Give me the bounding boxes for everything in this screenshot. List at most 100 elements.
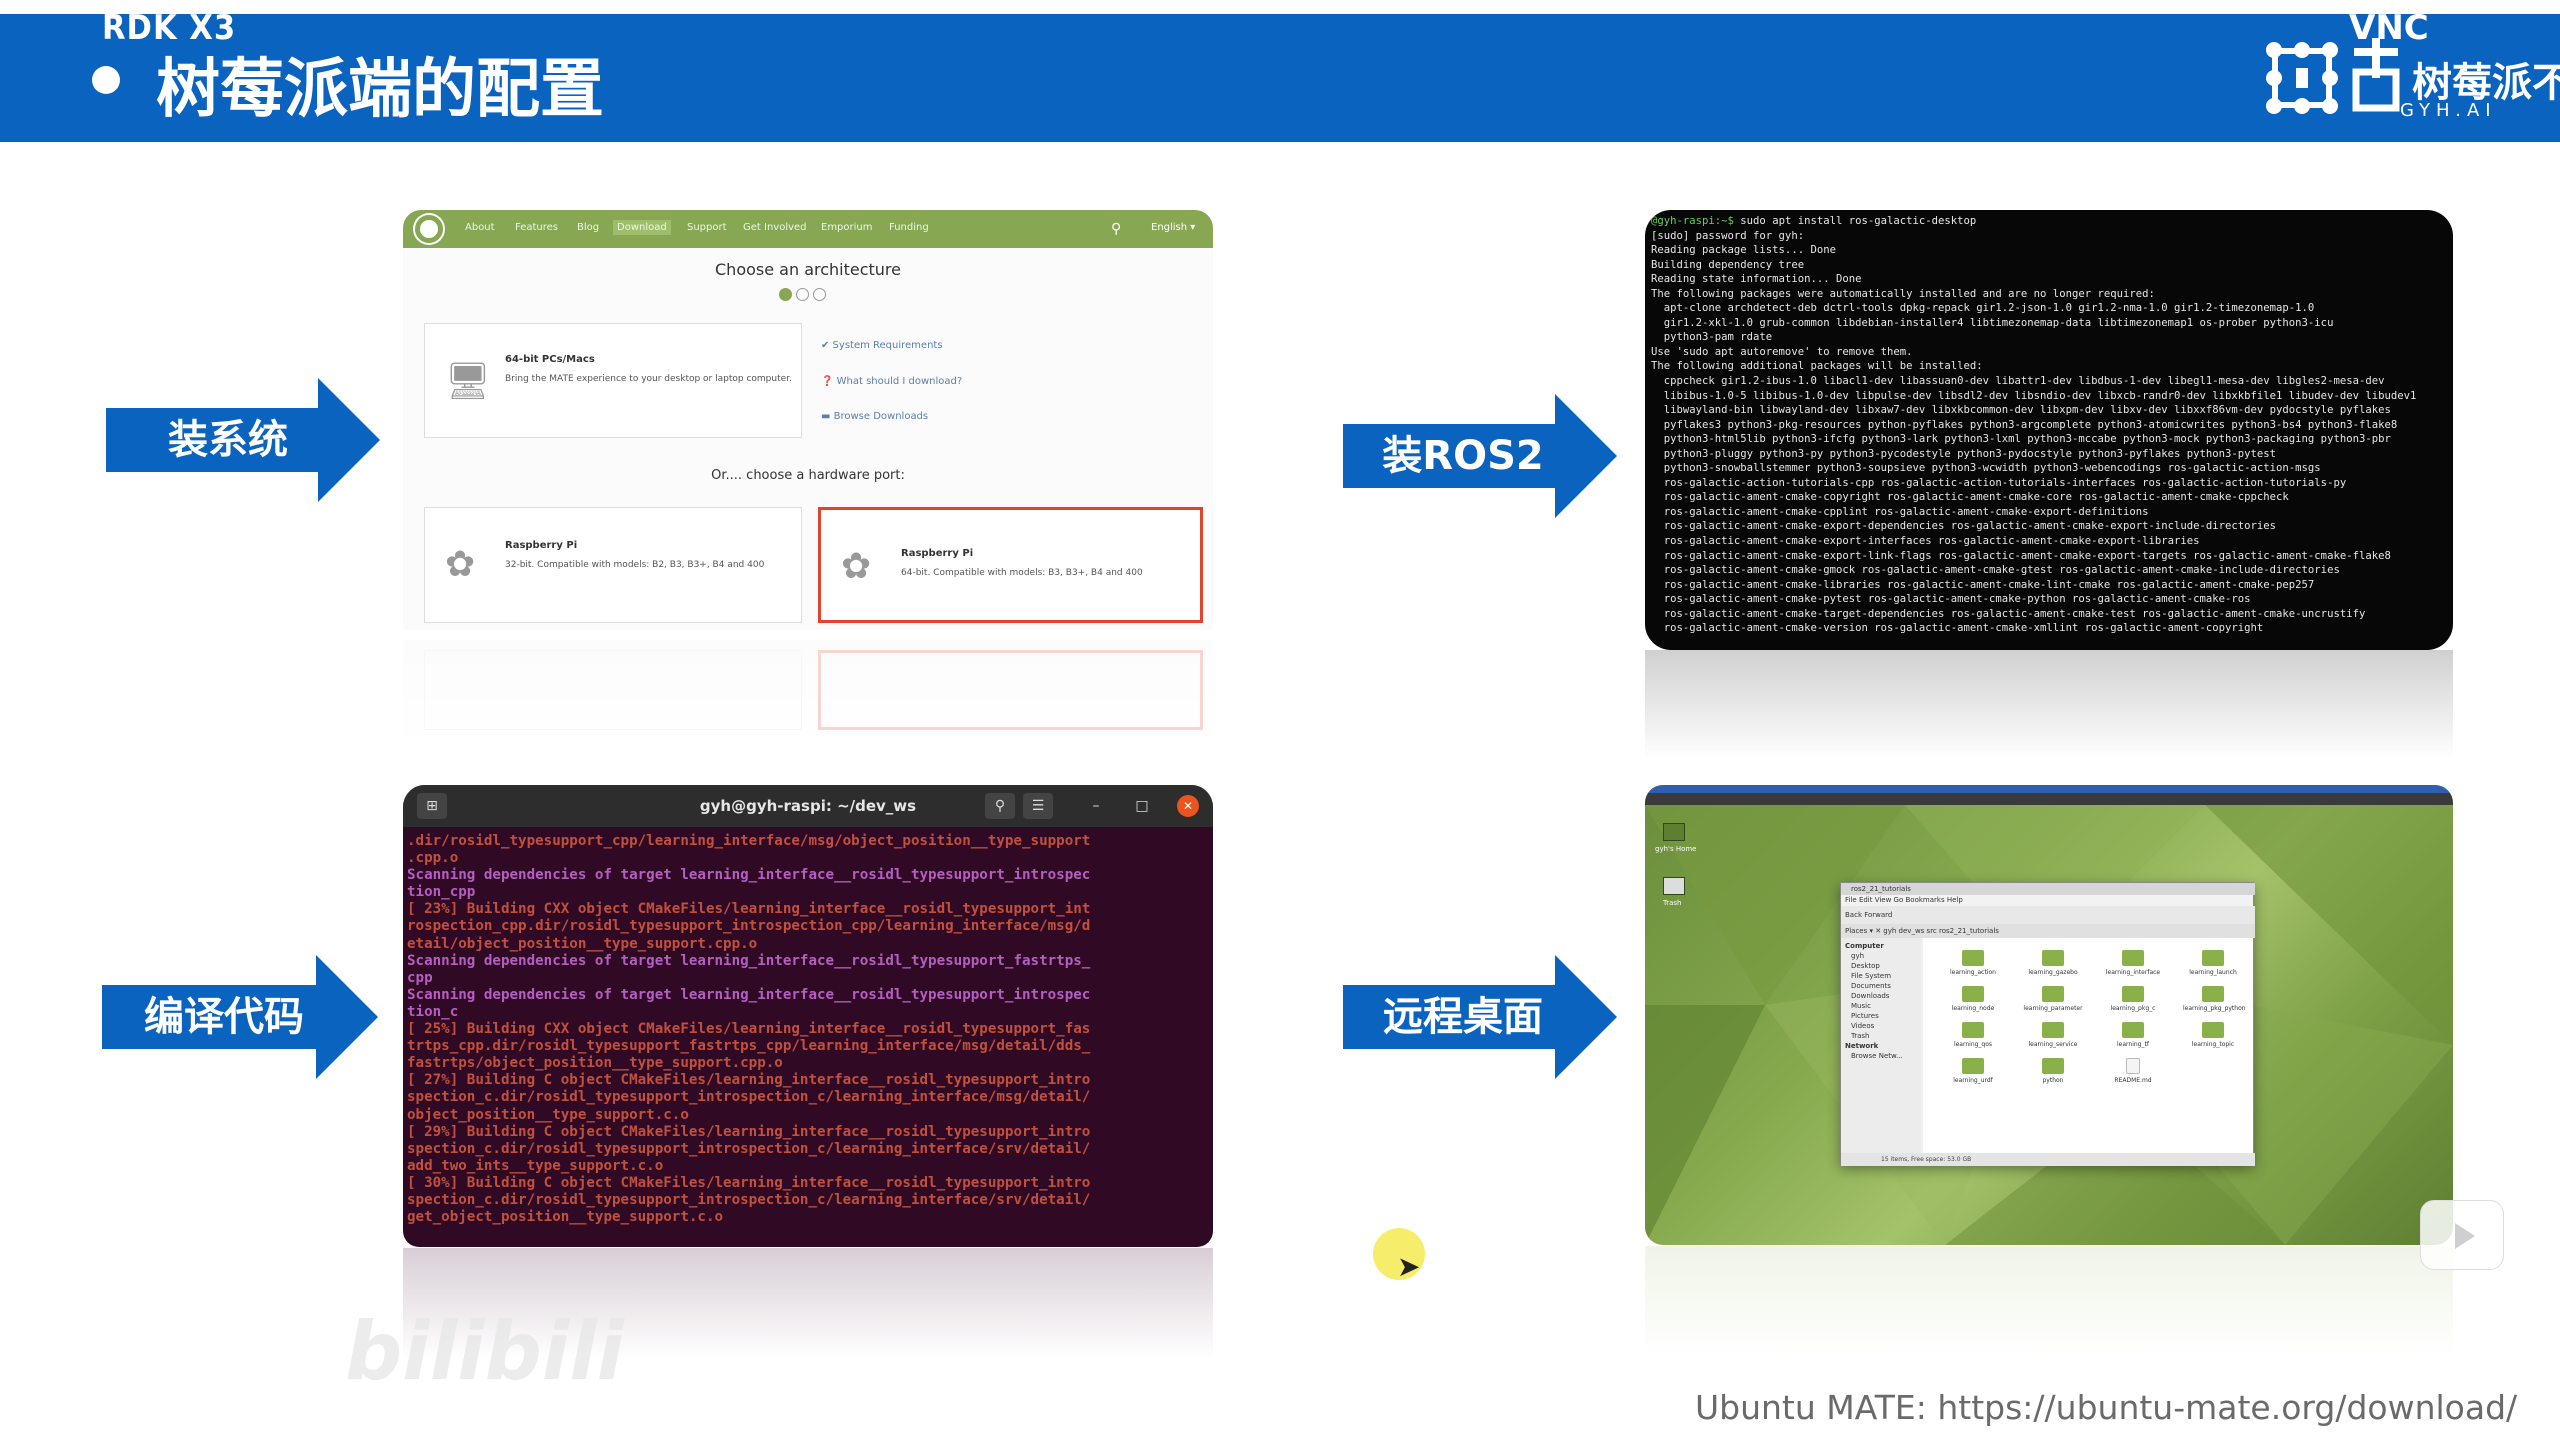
terminal-line: [ 25%] Building CXX object CMakeFiles/le… [407,1021,1091,1038]
link-browse-downloads[interactable]: ▬ Browse Downloads [821,411,928,422]
sidebar-item[interactable]: Videos [1845,1021,1917,1031]
card-raspberry-pi-32bit[interactable]: ✿ Raspberry Pi 32-bit. Compatible with m… [424,507,802,623]
arrow-install-system: 装系统 [106,378,380,502]
sidebar-item[interactable]: Downloads [1845,991,1917,1001]
folder-item[interactable]: learning_pkg_python [2183,986,2246,1012]
terminal-line: spection_c.dir/rosidl_typesupport_intros… [407,1089,1091,1106]
link-system-requirements[interactable]: ✔ System Requirements [821,340,943,351]
search-icon[interactable]: ⚲ [1111,221,1121,237]
nav-funding[interactable]: Funding [889,222,929,233]
folder-item[interactable]: learning_qos [1943,1022,2003,1048]
folder-label: learning_qos [1953,1041,1993,1048]
terminal-line: trtps_cpp.dir/rosidl_typesupport_fastrtp… [407,1038,1091,1055]
sidebar-item[interactable]: Network [1845,1041,1917,1051]
terminal-line: python3-html5lib python3-ifcfg python3-l… [1663,433,2391,446]
file-manager-window: ros2_21_tutorials File Edit View Go Book… [1840,882,2255,1166]
nav-about[interactable]: About [465,222,495,233]
close-icon[interactable]: ✕ [1177,795,1199,817]
language-select[interactable]: English ▾ [1151,222,1195,233]
folder-item[interactable]: learning_service [2023,1022,2083,1048]
sidebar-item[interactable]: Music [1845,1001,1917,1011]
folder-item[interactable]: learning_urdf [1943,1058,2003,1084]
nav-support[interactable]: Support [687,222,727,233]
ubuntu-mate-logo-icon [415,215,443,243]
sidebar-item[interactable]: Pictures [1845,1011,1917,1021]
places-sidebar: Computer gyh Desktop File System Documents Do… [1841,938,1921,1153]
folder-icon [1962,986,1984,1002]
raspberry-pi-icon: ✿ [841,546,872,587]
terminal-line: ros-galactic-ament-cmake-version ros-gal… [1651,622,2264,635]
terminal-line: ros-galactic-ament-cmake-export-link-fla… [1663,549,2391,562]
sidebar-item[interactable]: Computer [1845,941,1917,951]
folder-item[interactable]: learning_parameter [2023,986,2083,1012]
link-what-to-download[interactable]: ❓ What should I download? [821,376,962,387]
hamburger-menu-icon[interactable]: ☰ [1023,793,1053,819]
terminal-line: ros-galactic-ament-cmake-export-dependen… [1663,520,2277,533]
folder-item[interactable]: learning_gazebo [2023,950,2083,976]
folder-icon [2122,1022,2144,1038]
terminal-line: python3-pam rdate [1663,331,1773,344]
sidebar-item[interactable]: File System [1845,971,1917,981]
folder-item[interactable]: learning_action [1943,950,2003,976]
nav-get-involved[interactable]: Get Involved [743,222,807,233]
minimize-icon[interactable]: – [1085,795,1107,817]
terminal-line: libibus-1.0-5 libibus-1.0-dev libpulse-d… [1663,389,2417,402]
folder-label: learning_parameter [2023,1005,2083,1012]
menu-bar[interactable]: File Edit View Go Bookmarks Help [1841,895,2255,906]
sidebar-item[interactable]: Documents [1845,981,1917,991]
folder-label: learning_gazebo [2028,969,2078,976]
play-icon [2455,1223,2475,1249]
nav-features[interactable]: Features [515,222,558,233]
folder-label: learning_interface [2105,969,2161,976]
folder-label: learning_tf [2117,1041,2149,1048]
terminal-titlebar: ⊞ gyh@gyh-raspi: ~/dev_ws ⚲ ☰ – □ ✕ [403,785,1213,827]
vnc-titlebar [1645,785,2453,793]
card-64bit-pc[interactable]: 🖥 64-bit PCs/Macs Bring the MATE experie… [424,323,802,438]
home-folder-icon[interactable] [1663,823,1685,841]
window-title: ros2_21_tutorials [1841,883,2255,895]
play-button[interactable] [2420,1200,2504,1270]
location-bar[interactable]: Places ▾ ✕ gyh dev_ws src ros2_21_tutori… [1841,924,2255,938]
terminal-line: gir1.2-xkl-1.0 grub-common libdebian-ins… [1663,316,2334,329]
nav-blog[interactable]: Blog [577,222,599,233]
terminal-line: [ 29%] Building C object CMakeFiles/lear… [407,1123,1091,1140]
maximize-icon[interactable]: □ [1131,795,1153,817]
card-raspberry-pi-64bit-selected[interactable]: ✿ Raspberry Pi 64-bit. Compatible with m… [818,507,1203,623]
terminal-line: cppcheck gir1.2-ibus-1.0 libacl1-dev lib… [1663,375,2385,388]
folder-item[interactable]: learning_launch [2183,950,2243,976]
folder-item[interactable]: README.md [2103,1058,2163,1084]
folder-icon [2202,950,2224,966]
folder-item[interactable]: learning_interface [2103,950,2163,976]
folder-item[interactable]: learning_tf [2103,1022,2163,1048]
terminal-line: The following packages were automaticall… [1651,287,2155,300]
sidebar-item[interactable]: gyh [1845,951,1917,961]
nav-download[interactable]: Download [613,220,671,235]
folder-item[interactable]: python [2023,1058,2083,1084]
folder-label: learning_topic [2191,1041,2235,1048]
nav-emporium[interactable]: Emporium [821,222,873,233]
folder-icon [1962,950,1984,966]
terminal-line: pyflakes3 python3-pkg-resources python-p… [1663,418,2398,431]
terminal-line: Scanning dependencies of target learning… [407,952,1091,969]
terminal-line: Reading state information... Done [1651,273,1862,286]
arrow-label: 装ROS2 [1382,433,1544,479]
terminal-line: rospection_cpp.dir/rosidl_typesupport_in… [407,918,1091,935]
sidebar-item[interactable]: Trash [1845,1031,1917,1041]
card-desc: 64-bit. Compatible with models: B3, B3+,… [901,568,1143,578]
folder-item[interactable]: learning_node [1943,986,2003,1012]
search-icon[interactable]: ⚲ [985,793,1015,819]
terminal-line: get_object_position__type_support.c.o [407,1209,724,1226]
arrow-remote-desktop: 远程桌面 [1343,955,1617,1079]
sidebar-item[interactable]: Desktop [1845,961,1917,971]
folder-item[interactable]: learning_pkg_c [2103,986,2163,1012]
card-desc: Bring the MATE experience to your deskto… [505,374,792,384]
sidebar-item[interactable]: Browse Netw... [1845,1051,1917,1061]
terminal-line: ros-galactic-ament-cmake-target-dependen… [1663,607,2366,620]
terminal-line: .cpp.o [407,850,459,867]
footer-url[interactable]: Ubuntu MATE: https://ubuntu-mate.org/dow… [1695,1388,2517,1427]
terminal-line: Reading package lists... Done [1651,244,1836,257]
toolbar[interactable]: Back Forward [1841,906,2255,924]
trash-icon[interactable] [1663,877,1685,895]
folder-item[interactable]: learning_topic [2183,1022,2243,1048]
arrow-install-ros2: 装ROS2 [1343,394,1617,518]
